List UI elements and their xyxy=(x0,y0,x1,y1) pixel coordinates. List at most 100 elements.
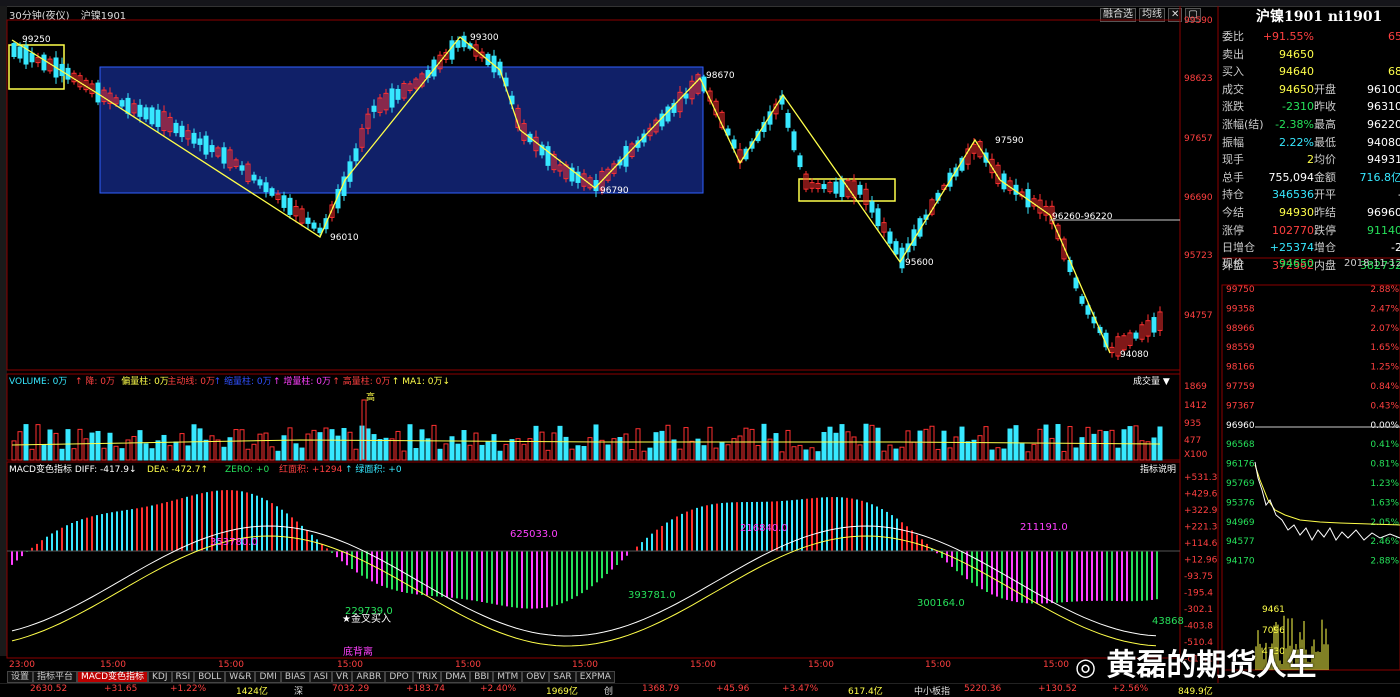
indicator-tab[interactable]: SAR xyxy=(549,671,576,683)
volume-bar xyxy=(935,448,941,461)
indicator-tab[interactable]: BIAS xyxy=(280,671,310,683)
volume-bar xyxy=(719,441,725,461)
candle-body xyxy=(221,147,227,164)
volume-bar xyxy=(287,427,293,461)
time-axis-label: 15:00 xyxy=(100,660,126,670)
indicator-tab[interactable]: DMI xyxy=(255,671,281,683)
candle-body xyxy=(263,182,269,193)
indicator-tab[interactable]: MACD变色指标 xyxy=(77,671,149,683)
quote-label-2: 开盘 xyxy=(1314,82,1336,96)
volume-bar xyxy=(533,425,539,461)
volume-bar xyxy=(959,426,965,461)
volume-bar xyxy=(575,445,581,461)
volume-bar xyxy=(119,448,125,461)
indicator-tab[interactable]: TRIX xyxy=(412,671,442,683)
price-axis-label: 96690 xyxy=(1184,193,1213,203)
volume-bar xyxy=(383,437,389,461)
quote-row: 日增仓 +25374 增仓 -2 xyxy=(1222,239,1400,256)
indicator-tab[interactable]: BOLL xyxy=(194,671,226,683)
indicator-tab[interactable]: RSI xyxy=(171,671,195,683)
candle-body xyxy=(251,174,257,181)
status-item: 2630.52 xyxy=(30,684,68,694)
quote-value-2: 96100 xyxy=(1367,82,1400,96)
volume-bar xyxy=(857,444,863,461)
volume-bar xyxy=(833,432,839,461)
candle-body xyxy=(395,88,401,100)
volume-bar xyxy=(395,430,401,461)
indicator-tab[interactable]: DMA xyxy=(441,671,471,683)
volume-bar xyxy=(899,446,905,461)
indicator-tab[interactable]: ARBR xyxy=(352,671,386,683)
indicator-tab[interactable]: DPO xyxy=(385,671,413,683)
indicator-tab[interactable]: W&R xyxy=(225,671,256,683)
intraday-pct-label: 1.63% xyxy=(1370,498,1399,508)
volume-legend-item: ↑ 增量柱: 0万 xyxy=(273,375,331,387)
volume-bar xyxy=(785,429,791,461)
quote-value-2: 91140 xyxy=(1367,223,1400,237)
candle-body xyxy=(389,88,395,108)
candle-body xyxy=(257,179,263,186)
indicator-tab[interactable]: 设置 xyxy=(7,671,34,683)
indicator-tab[interactable]: OBV xyxy=(522,671,550,683)
candle-body xyxy=(41,54,47,71)
indicator-tab[interactable]: EXPMA xyxy=(575,671,615,683)
candle-body xyxy=(1133,332,1139,339)
quote-value: -2.38% xyxy=(1275,118,1314,131)
volume-bar xyxy=(605,444,611,461)
indicator-tab[interactable]: MTM xyxy=(493,671,523,683)
macd-area-label: 353780.0 xyxy=(210,537,258,548)
volume-type-button: 成交量 ▼ xyxy=(1133,375,1170,387)
volume-bar xyxy=(101,447,107,461)
intraday-price-label: 94577 xyxy=(1226,537,1255,547)
indicator-tab[interactable]: KDJ xyxy=(148,671,172,683)
volume-bar xyxy=(473,432,479,461)
macd-legend-item: 红面积: +1294 xyxy=(279,463,343,475)
volume-bar xyxy=(389,438,395,461)
volume-bar xyxy=(71,448,77,461)
macd-axis-label: +221.3 xyxy=(1184,523,1217,533)
volume-bar xyxy=(893,448,899,461)
indicator-tab[interactable]: 指标平台 xyxy=(33,671,78,683)
volume-bar xyxy=(917,430,923,461)
indicator-tab[interactable]: VR xyxy=(332,671,353,683)
quote-value: 94930 xyxy=(1279,206,1314,219)
volume-bar xyxy=(1073,447,1079,461)
volume-bar xyxy=(419,429,425,461)
price-annotation: 99250 xyxy=(22,35,51,45)
indicator-tab[interactable]: ASI xyxy=(309,671,333,683)
macd-axis-label: +12.96 xyxy=(1184,556,1218,566)
intraday-pct-label: 1.25% xyxy=(1370,363,1399,373)
volume-bar xyxy=(17,431,23,461)
candle-body xyxy=(887,231,893,244)
volume-bar xyxy=(317,432,323,461)
volume-bar xyxy=(53,432,59,461)
volume-bar xyxy=(449,436,455,461)
volume-bar xyxy=(809,447,815,461)
volume-bar xyxy=(869,424,875,461)
volume-bar xyxy=(509,439,515,461)
volume-bar xyxy=(1001,448,1007,461)
volume-legend-item: 偏量柱: 0万 xyxy=(121,375,169,387)
volume-bar xyxy=(1121,429,1127,461)
volume-bar xyxy=(461,430,467,461)
quote-label-2: 最高 xyxy=(1314,118,1336,131)
indicator-tab[interactable]: BBI xyxy=(470,671,494,683)
macd-area-label: 216840.0 xyxy=(740,523,788,534)
volume-bar xyxy=(35,424,41,461)
macd-axis-label: -195.4 xyxy=(1184,589,1213,599)
volume-bar xyxy=(671,439,677,461)
volume-bar xyxy=(257,433,263,461)
now-label: 现价 xyxy=(1222,257,1244,270)
volume-bar xyxy=(851,436,857,461)
chart-canvas[interactable]: 99590 98623 97657 96690 95723 94757 99250 99300… xyxy=(0,0,1400,694)
quote-label: 涨跌 xyxy=(1222,100,1244,114)
quote-date: 2018-11-12 一 xyxy=(1344,258,1400,269)
quote-label: 委比 xyxy=(1222,30,1244,43)
quote-row: 成交 94650 开盘 96100 xyxy=(1222,81,1400,98)
macd-axis-label: +322.9 xyxy=(1184,506,1218,516)
intraday-price-label: 98966 xyxy=(1226,324,1255,334)
volume-bar xyxy=(11,440,17,461)
volume-bar xyxy=(875,427,881,461)
candle-body xyxy=(317,227,323,234)
volume-bar xyxy=(455,443,461,461)
